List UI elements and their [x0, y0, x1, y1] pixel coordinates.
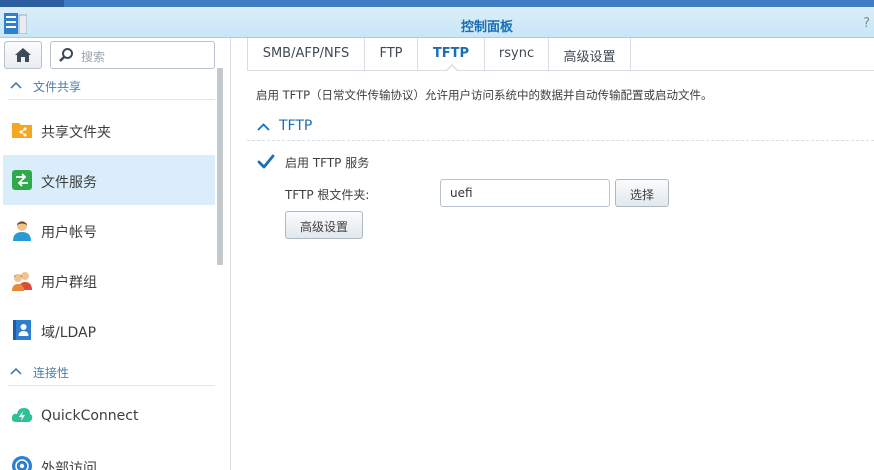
sidebar-item-group[interactable]: 用户群组 [3, 255, 215, 305]
enable-tftp-checkbox[interactable] [257, 153, 275, 171]
file-services-icon [12, 170, 32, 190]
sidebar-item-domain-ldap[interactable]: 域/LDAP [3, 305, 215, 355]
external-access-icon [12, 456, 32, 470]
tftp-root-folder-label: TFTP 根文件夹: [285, 188, 370, 202]
tab-bar: SMB/AFP/NFS FTP TFTP rsync 高级设置 [247, 38, 874, 71]
fieldset-title: TFTP [279, 118, 313, 134]
home-icon [15, 48, 31, 62]
sidebar-item-user[interactable]: 用户帐号 [3, 205, 215, 255]
section-file-sharing[interactable]: 文件共享 [8, 72, 215, 100]
sidebar-item-external-access[interactable]: 外部访问 [3, 441, 215, 470]
select-folder-button[interactable]: 选择 [615, 179, 669, 207]
domain-ldap-icon [13, 320, 31, 340]
tftp-root-folder-field[interactable]: uefi [440, 179, 610, 207]
search-icon [59, 48, 73, 62]
shared-folder-icon [12, 123, 32, 138]
chevron-up-icon [10, 367, 22, 375]
sidebar-item-label: 用户帐号 [41, 225, 97, 241]
window-title: 控制面板 [460, 20, 513, 35]
fieldset-header-tftp[interactable]: TFTP [247, 115, 874, 141]
section-connectivity[interactable]: 连接性 [8, 358, 215, 386]
top-strip [0, 0, 874, 7]
sidebar-item-file-services[interactable]: 文件服务 [3, 155, 215, 205]
user-icon [13, 221, 31, 241]
sidebar-item-label: 域/LDAP [41, 325, 97, 341]
tab-smb-afp-nfs[interactable]: SMB/AFP/NFS [247, 38, 365, 70]
sidebar-item-label: 用户群组 [41, 275, 97, 291]
home-button[interactable] [4, 41, 42, 69]
tftp-description: 启用 TFTP（日常文件传输协议）允许用户访问系统中的数据并自动传输配置或启动文… [256, 88, 713, 102]
title-bar: 控制面板 ? [0, 0, 874, 38]
sidebar-item-label: 共享文件夹 [41, 125, 111, 141]
search-input[interactable]: 搜索 [50, 41, 215, 69]
enable-tftp-label[interactable]: 启用 TFTP 服务 [285, 154, 369, 171]
sidebar-item-shared-folder[interactable]: 共享文件夹 [3, 105, 215, 155]
group-icon [12, 272, 32, 291]
tab-advanced-settings[interactable]: 高级设置 [549, 38, 631, 70]
tab-rsync[interactable]: rsync [485, 38, 549, 70]
chevron-up-icon [10, 81, 22, 89]
chevron-up-icon [257, 123, 270, 131]
sidebar-item-label: 外部访问 [41, 461, 97, 470]
sidebar-item-quickconnect[interactable]: QuickConnect [3, 391, 215, 441]
help-icon[interactable]: ? [863, 16, 870, 31]
sidebar-scrollbar[interactable] [217, 68, 223, 265]
sidebar-item-label: QuickConnect [41, 408, 139, 424]
section-label: 连接性 [33, 366, 70, 380]
sidebar-item-label: 文件服务 [41, 175, 97, 191]
quickconnect-icon [11, 408, 33, 422]
advanced-settings-button[interactable]: 高级设置 [285, 211, 363, 239]
section-label: 文件共享 [33, 80, 82, 94]
sidebar: 搜索 文件共享 共享文件夹 文件服务 用户帐号 用户群组 域/LDAP 连接性 … [0, 38, 231, 470]
search-placeholder: 搜索 [81, 50, 106, 64]
tab-ftp[interactable]: FTP [365, 38, 418, 70]
